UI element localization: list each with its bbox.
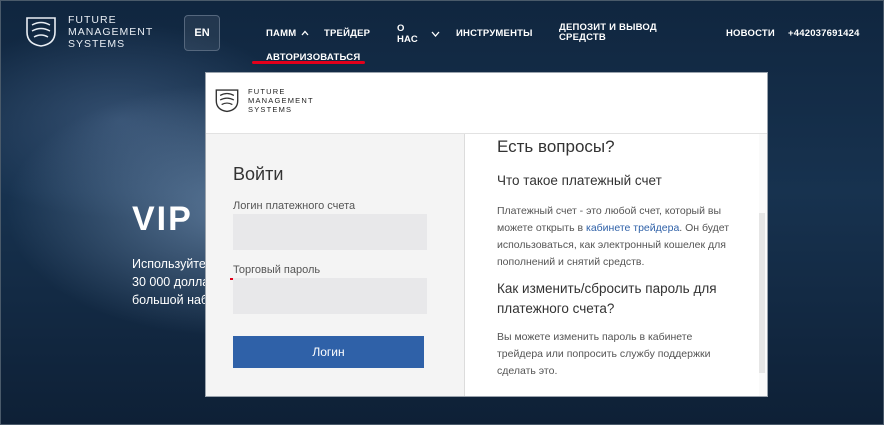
chevron-down-icon[interactable] bbox=[431, 31, 440, 37]
panel-divider bbox=[464, 134, 465, 396]
hero-text-line: Используйте bbox=[132, 257, 206, 271]
site-logo[interactable]: FUTURE MANAGEMENT SYSTEMS bbox=[24, 14, 153, 50]
hero-text: Используйте 30 000 долла большой наб bbox=[132, 255, 212, 309]
logo-text-line: MANAGEMENT bbox=[68, 26, 154, 38]
nav-about-line: НАС bbox=[397, 34, 418, 45]
logo-icon bbox=[26, 17, 56, 47]
hero-text-line: 30 000 долла bbox=[132, 275, 210, 289]
login-button[interactable]: Логин bbox=[233, 336, 424, 368]
nav-news[interactable]: НОВОСТИ bbox=[726, 28, 775, 39]
nav-tools[interactable]: ИНСТРУМЕНТЫ bbox=[456, 28, 533, 39]
nav-about-line: О bbox=[397, 23, 405, 34]
account-login-input[interactable] bbox=[233, 214, 427, 250]
nav-about[interactable]: О НАС bbox=[397, 23, 418, 45]
faq-question-2: Как изменить/сбросить пароль для платежн… bbox=[497, 279, 752, 319]
faq-answer-text: можете открыть в bbox=[497, 222, 586, 234]
logo-icon bbox=[215, 89, 239, 113]
chevron-up-icon bbox=[301, 30, 309, 36]
logo-text-line: FUTURE bbox=[68, 14, 117, 26]
scrollbar-thumb[interactable] bbox=[759, 213, 765, 373]
popup-logo-line: MANAGEMENT bbox=[248, 96, 314, 105]
faq-answer-2: Вы можете изменить пароль в кабинете тре… bbox=[497, 329, 752, 380]
faq-question-line: Как изменить/сбросить пароль для bbox=[497, 281, 717, 296]
login-title: Войти bbox=[233, 164, 284, 184]
nav-pamm[interactable]: ПАММ bbox=[266, 28, 309, 39]
nav-deposit-line: СРЕДСТВ bbox=[559, 32, 606, 43]
nav-phone[interactable]: +442037691424 bbox=[788, 28, 860, 39]
hero-title: VIP bbox=[132, 200, 193, 238]
faq-answer-line: сделать это. bbox=[497, 365, 558, 377]
trading-password-label: Торговый пароль bbox=[233, 264, 321, 276]
language-button[interactable]: EN bbox=[184, 15, 220, 51]
popup-logo-line: FUTURE bbox=[248, 87, 286, 96]
hero-text-line: большой наб bbox=[132, 293, 209, 307]
trader-cabinet-link[interactable]: кабинете трейдера bbox=[586, 222, 679, 234]
account-login-label: Логин платежного счета bbox=[233, 200, 356, 212]
faq-answer-line: использоваться, как электронный кошелек … bbox=[497, 239, 726, 251]
faq-answer-line: Вы можете изменить пароль в кабинете bbox=[497, 331, 693, 343]
nav-pamm-label: ПАММ bbox=[266, 28, 297, 39]
nav-deposit-withdraw[interactable]: ДЕПОЗИТ И ВЫВОД СРЕДСТВ bbox=[559, 23, 657, 43]
faq-answer-line: пополнений и снятий средств. bbox=[497, 256, 645, 268]
faq-question-1: Что такое платежный счет bbox=[497, 173, 662, 188]
login-popup: FUTURE MANAGEMENT SYSTEMS Войти Логин пл… bbox=[206, 73, 767, 396]
faq-answer-line: Платежный счет - это любой счет, который… bbox=[497, 205, 722, 217]
faq-answer-text: . Он будет bbox=[679, 222, 730, 234]
faq-answer-line: трейдера или попросить службу поддержки bbox=[497, 348, 711, 360]
faq-title: Есть вопросы? bbox=[497, 137, 615, 156]
faq-answer-1: Платежный счет - это любой счет, который… bbox=[497, 203, 752, 271]
faq-question-line: платежного счета? bbox=[497, 301, 615, 316]
faq-answer-line: можете открыть в кабинете трейдера. Он б… bbox=[497, 220, 752, 237]
popup-logo-line: SYSTEMS bbox=[248, 105, 293, 114]
trading-password-input[interactable] bbox=[233, 278, 427, 314]
logo-text-line: SYSTEMS bbox=[68, 38, 126, 50]
nav-trader[interactable]: ТРЕЙДЕР bbox=[324, 28, 370, 39]
popup-logo: FUTURE MANAGEMENT SYSTEMS bbox=[214, 87, 314, 114]
authorize-underline bbox=[252, 61, 365, 64]
